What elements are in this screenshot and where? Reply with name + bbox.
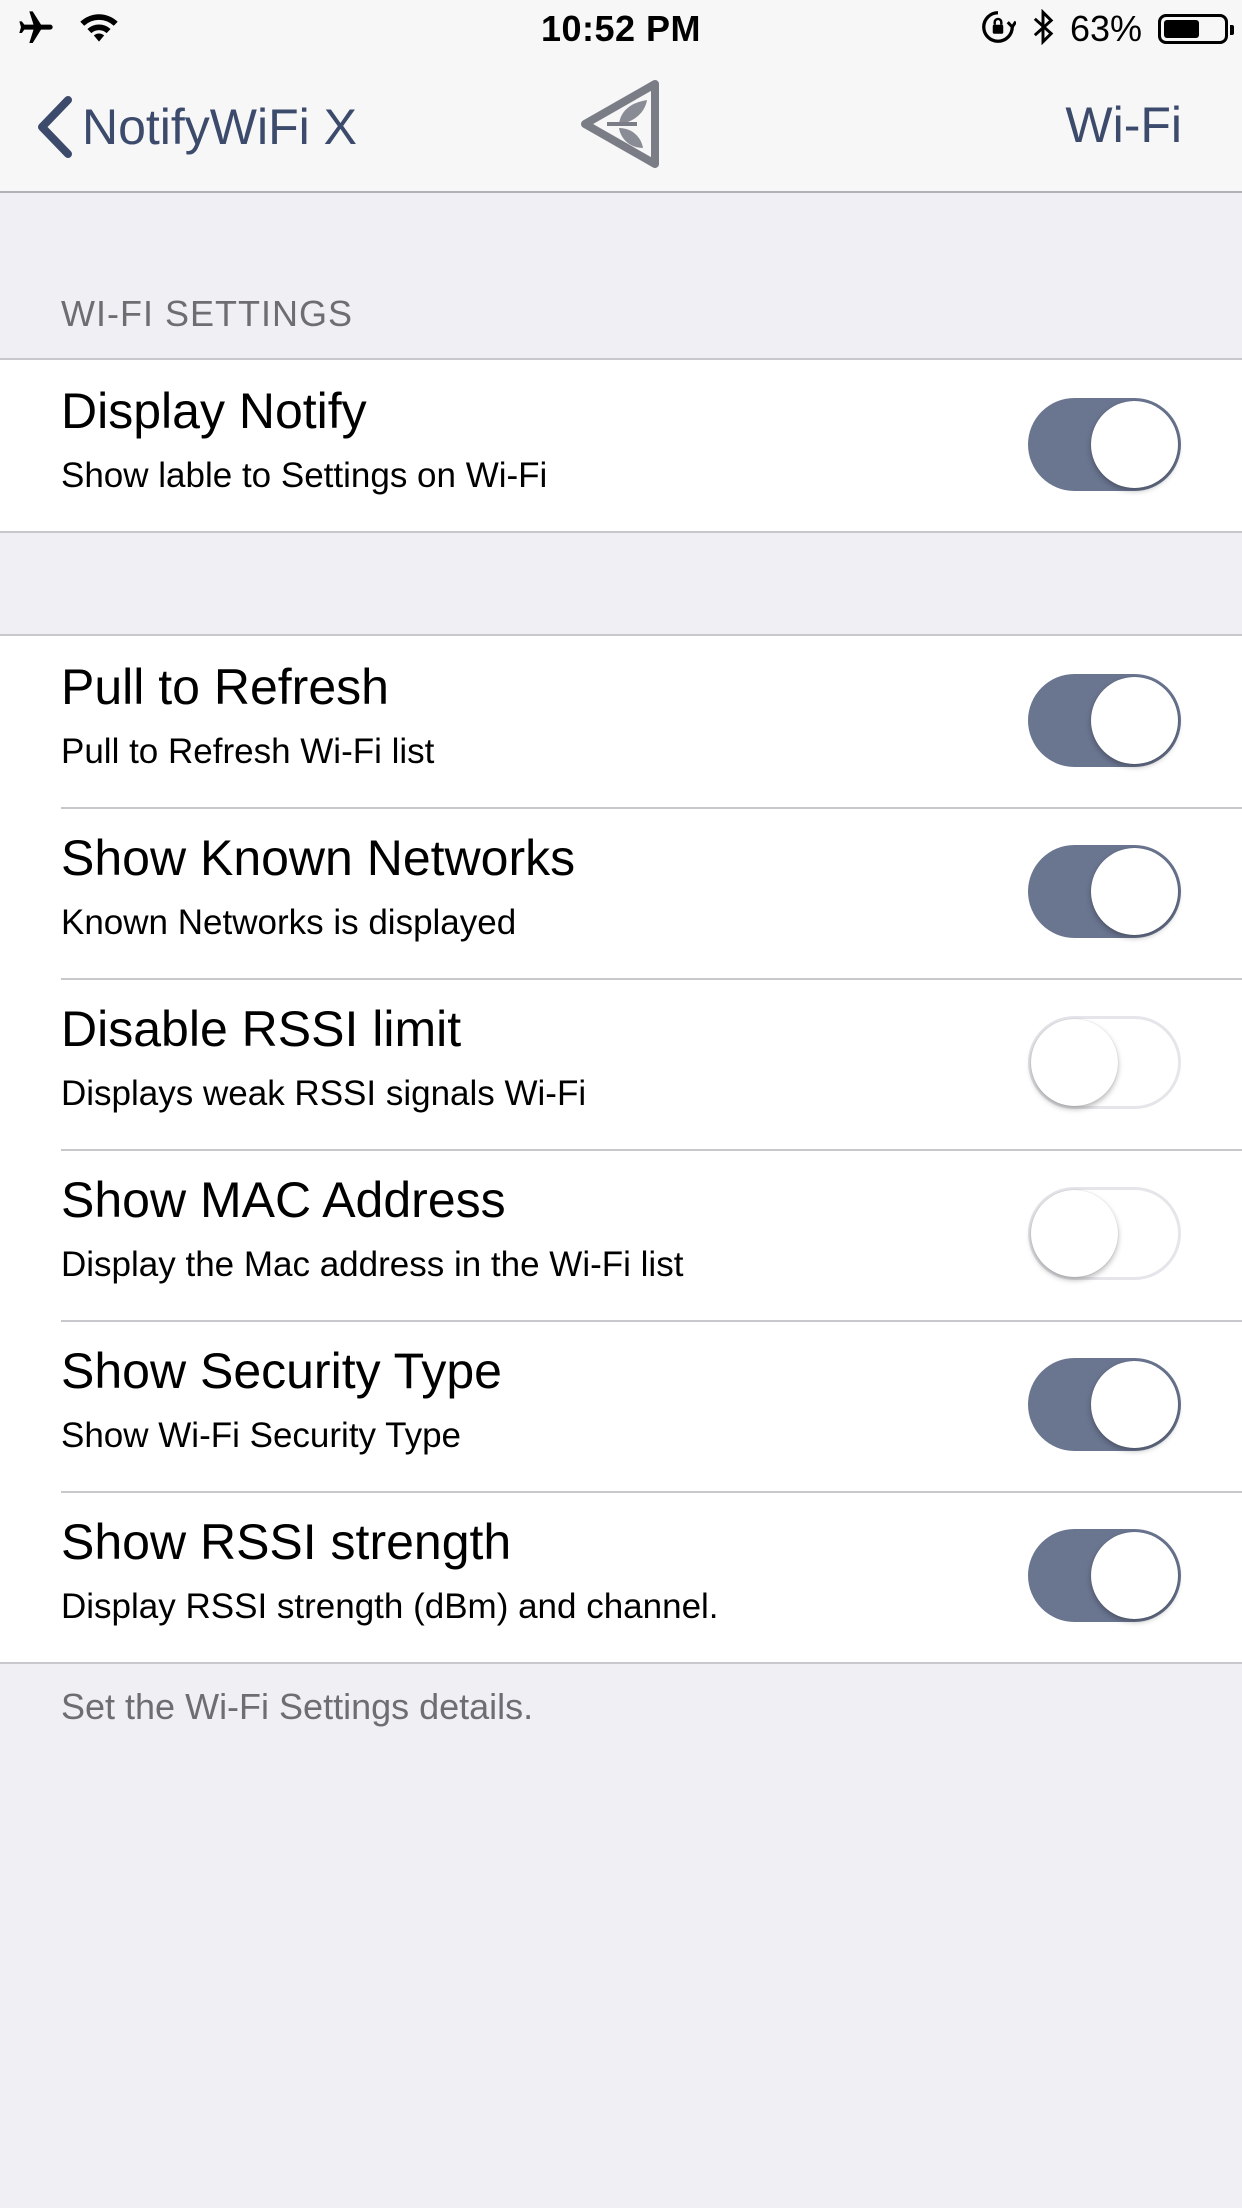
navigation-bar: NotifyWiFi X Wi-Fi bbox=[0, 60, 1242, 193]
toggle-knob bbox=[1031, 1190, 1118, 1277]
setting-title: Show Known Networks bbox=[61, 830, 576, 886]
disable-rssi-limit-toggle[interactable] bbox=[1028, 1016, 1181, 1109]
chevron-left-icon bbox=[38, 96, 72, 158]
battery-percent: 63% bbox=[1069, 8, 1142, 49]
toggle-knob bbox=[1091, 1361, 1178, 1448]
setting-subtitle: Display the Mac address in the Wi-Fi lis… bbox=[61, 1245, 684, 1284]
setting-title: Show RSSI strength bbox=[61, 1514, 512, 1570]
setting-row-disable-rssi-limit: Disable RSSI limit Displays weak RSSI si… bbox=[0, 978, 1242, 1149]
toggle-knob bbox=[1091, 848, 1178, 935]
setting-title: Display Notify bbox=[61, 383, 367, 439]
setting-row-pull-to-refresh: Pull to Refresh Pull to Refresh Wi-Fi li… bbox=[0, 636, 1242, 807]
setting-subtitle: Display RSSI strength (dBm) and channel. bbox=[61, 1587, 719, 1626]
setting-row-show-rssi-strength: Show RSSI strength Display RSSI strength… bbox=[0, 1491, 1242, 1662]
setting-subtitle: Show Wi-Fi Security Type bbox=[61, 1416, 462, 1455]
show-rssi-strength-toggle[interactable] bbox=[1028, 1529, 1181, 1622]
wifi-nav-button[interactable]: Wi-Fi bbox=[1065, 96, 1182, 154]
battery-fill bbox=[1164, 20, 1199, 38]
toggle-knob bbox=[1091, 677, 1178, 764]
show-security-type-toggle[interactable] bbox=[1028, 1358, 1181, 1451]
app-logo-icon bbox=[577, 78, 663, 170]
setting-row-show-known-networks: Show Known Networks Known Networks is di… bbox=[0, 807, 1242, 978]
back-button[interactable]: NotifyWiFi X bbox=[36, 96, 357, 158]
section-footer: Set the Wi-Fi Settings details. bbox=[61, 1686, 534, 1727]
setting-row-show-mac-address: Show MAC Address Display the Mac address… bbox=[0, 1149, 1242, 1320]
display-notify-toggle[interactable] bbox=[1028, 398, 1181, 491]
toggle-knob bbox=[1091, 1532, 1178, 1619]
battery-icon bbox=[1158, 14, 1234, 44]
show-mac-address-toggle[interactable] bbox=[1028, 1187, 1181, 1280]
toggle-knob bbox=[1031, 1019, 1118, 1106]
orientation-lock-icon bbox=[980, 9, 1018, 50]
settings-group-display: Display Notify Show lable to Settings on… bbox=[0, 358, 1242, 533]
setting-title: Show MAC Address bbox=[61, 1172, 506, 1228]
setting-title: Pull to Refresh bbox=[61, 659, 389, 715]
setting-subtitle: Pull to Refresh Wi-Fi list bbox=[61, 732, 435, 771]
status-right-icons: 63% bbox=[980, 8, 1234, 50]
setting-subtitle: Displays weak RSSI signals Wi-Fi bbox=[61, 1074, 587, 1113]
bluetooth-icon bbox=[1032, 8, 1054, 50]
settings-group-wifi-list: Pull to Refresh Pull to Refresh Wi-Fi li… bbox=[0, 634, 1242, 1664]
setting-row-show-security-type: Show Security Type Show Wi-Fi Security T… bbox=[0, 1320, 1242, 1491]
setting-title: Show Security Type bbox=[61, 1343, 502, 1399]
setting-subtitle: Known Networks is displayed bbox=[61, 903, 517, 942]
show-known-networks-toggle[interactable] bbox=[1028, 845, 1181, 938]
status-bar: 10:52 PM 63% bbox=[0, 0, 1242, 60]
back-button-label: NotifyWiFi X bbox=[82, 99, 357, 155]
pull-to-refresh-toggle[interactable] bbox=[1028, 674, 1181, 767]
setting-subtitle: Show lable to Settings on Wi-Fi bbox=[61, 456, 548, 495]
setting-title: Disable RSSI limit bbox=[61, 1001, 462, 1057]
setting-row-display-notify: Display Notify Show lable to Settings on… bbox=[0, 360, 1242, 531]
section-header: WI-FI SETTINGS bbox=[61, 293, 353, 334]
toggle-knob bbox=[1091, 401, 1178, 488]
